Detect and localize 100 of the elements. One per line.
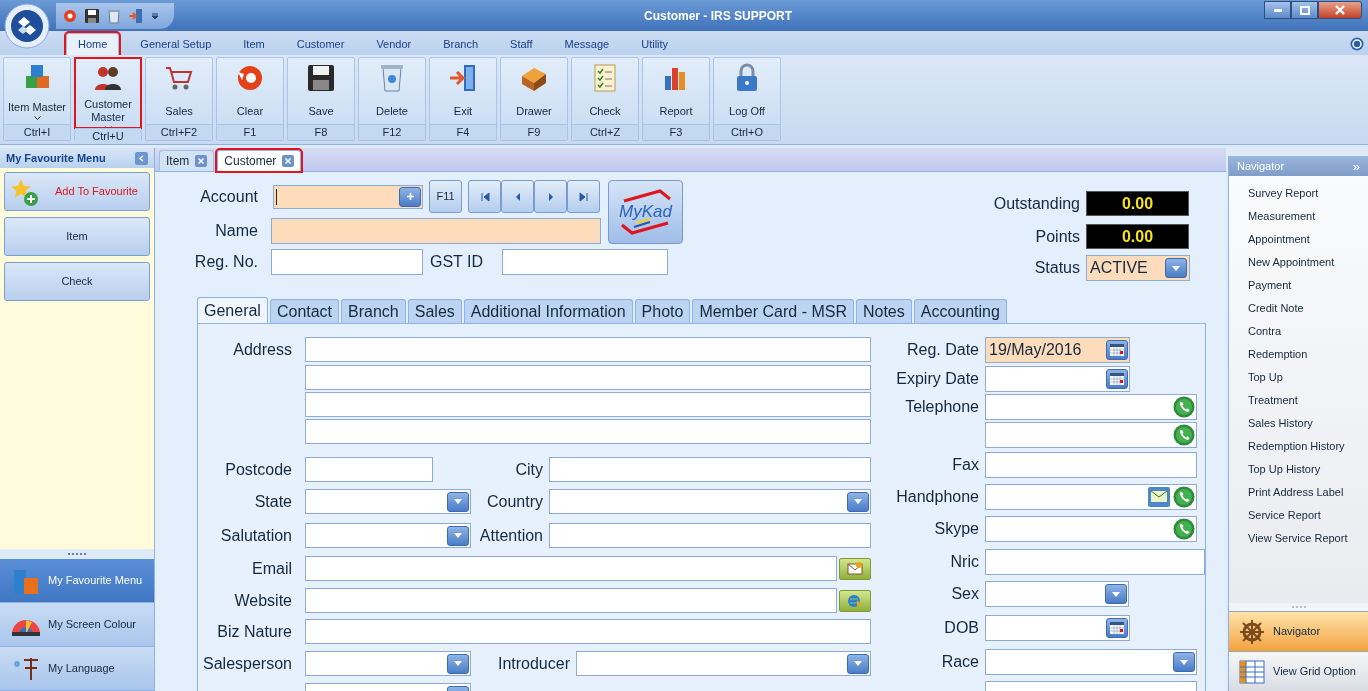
input-field[interactable] <box>502 249 668 275</box>
menu-tab[interactable]: Message <box>553 33 621 55</box>
input-field[interactable] <box>985 452 1197 478</box>
navigator-item[interactable]: Survey Report <box>1229 182 1368 205</box>
phone-icon[interactable] <box>1173 424 1195 446</box>
exit-icon[interactable] <box>128 7 144 24</box>
dropdown-button[interactable] <box>447 653 469 674</box>
refresh-icon[interactable] <box>62 7 78 24</box>
calendar-button[interactable] <box>1106 340 1128 360</box>
input-field[interactable] <box>549 457 871 482</box>
ribbon-button[interactable]: Delete <box>359 58 425 124</box>
ribbon-button[interactable]: Check <box>572 58 638 124</box>
input-field[interactable] <box>985 549 1205 575</box>
navigator-item[interactable]: Treatment <box>1229 389 1368 412</box>
ribbon-button[interactable]: Log Off <box>714 58 780 124</box>
menu-tab[interactable]: General Setup <box>129 33 223 55</box>
input-field[interactable] <box>271 218 601 244</box>
ribbon-button[interactable]: Exit <box>430 58 496 124</box>
date-field[interactable] <box>985 366 1130 392</box>
ribbon-button[interactable]: Customer Master <box>75 58 141 128</box>
dropdown-button[interactable] <box>1105 584 1127 604</box>
next-button[interactable] <box>534 180 567 213</box>
input-field[interactable] <box>985 516 1197 542</box>
navigator-item[interactable]: Top Up History <box>1229 458 1368 481</box>
save-icon[interactable] <box>84 7 100 24</box>
last-button[interactable] <box>567 180 600 213</box>
navigator-pane-button[interactable]: View Grid Option <box>1229 651 1368 691</box>
navigator-item[interactable]: Contra <box>1229 320 1368 343</box>
menu-tab[interactable]: Customer <box>285 33 356 55</box>
favourite-button[interactable]: Check <box>4 262 150 301</box>
navigator-item[interactable]: Redemption History <box>1229 435 1368 458</box>
dropdown-field[interactable] <box>549 489 871 514</box>
ribbon-button[interactable]: Drawer <box>501 58 567 124</box>
menu-tab[interactable]: Vendor <box>365 33 423 55</box>
navigator-pane-button[interactable]: Navigator <box>1229 611 1368 651</box>
phone-icon[interactable] <box>1173 396 1195 418</box>
splitter-grip-icon[interactable] <box>67 552 87 556</box>
sms-icon[interactable] <box>1147 486 1171 508</box>
sidebar-nav-button[interactable]: My Language <box>0 647 154 691</box>
menu-tab[interactable]: Staff <box>499 33 544 55</box>
navigator-item[interactable]: Top Up <box>1229 366 1368 389</box>
status-dropdown[interactable]: ACTIVE <box>1086 255 1190 281</box>
dropdown-field[interactable] <box>305 523 471 548</box>
input-field[interactable] <box>305 588 837 613</box>
phone-icon[interactable] <box>1173 486 1195 508</box>
form-tab[interactable]: General <box>197 297 268 323</box>
phone-icon[interactable] <box>1173 518 1195 540</box>
input-field[interactable] <box>273 184 423 209</box>
document-tab[interactable]: Customer <box>217 150 302 171</box>
first-button[interactable] <box>468 180 501 213</box>
navigator-item[interactable]: Payment <box>1229 274 1368 297</box>
ribbon-button[interactable]: Save <box>288 58 354 124</box>
menu-tab[interactable]: Utility <box>630 33 680 55</box>
document-tab[interactable]: Item <box>159 150 215 171</box>
input-field[interactable] <box>305 619 871 644</box>
ribbon-button[interactable]: Item Master <box>4 58 70 124</box>
input-field[interactable] <box>305 419 871 444</box>
form-tab[interactable]: Member Card - MSR <box>692 299 854 323</box>
navigator-item[interactable]: Redemption <box>1229 343 1368 366</box>
dropdown-button[interactable] <box>847 491 869 512</box>
f11-button[interactable]: F11 <box>429 180 462 213</box>
input-field[interactable] <box>549 523 871 548</box>
menu-tab[interactable]: Home <box>66 33 120 55</box>
dropdown-button[interactable] <box>447 491 469 512</box>
collapse-button[interactable] <box>135 151 148 165</box>
splitter-grip-icon[interactable] <box>1290 605 1307 609</box>
navigator-item[interactable]: New Appointment <box>1229 251 1368 274</box>
input-field[interactable] <box>305 392 871 417</box>
favourite-button[interactable]: Add To Favourite <box>4 172 150 211</box>
navigator-item[interactable]: Sales History <box>1229 412 1368 435</box>
dropdown-field[interactable] <box>576 651 871 676</box>
navigator-item[interactable]: Measurement <box>1229 205 1368 228</box>
add-button[interactable] <box>399 186 421 207</box>
input-field[interactable] <box>985 484 1197 510</box>
dropdown-button[interactable] <box>447 525 469 546</box>
form-tab[interactable]: Photo <box>634 299 691 323</box>
navigator-item[interactable]: Credit Note <box>1229 297 1368 320</box>
ribbon-button[interactable]: Sales <box>146 58 212 124</box>
form-tab[interactable]: Accounting <box>913 299 1007 323</box>
close-button[interactable] <box>1318 1 1362 19</box>
input-field[interactable] <box>985 422 1197 448</box>
dropdown-field[interactable] <box>305 651 471 676</box>
form-tab[interactable]: Sales <box>407 299 462 323</box>
calendar-button[interactable] <box>1106 369 1128 389</box>
form-tab[interactable]: Notes <box>855 299 912 323</box>
mykad-button[interactable]: MyKad <box>608 180 683 244</box>
form-tab[interactable]: Contact <box>269 299 340 323</box>
input-field[interactable] <box>305 556 837 581</box>
help-icon[interactable] <box>1350 37 1364 51</box>
maximize-button[interactable] <box>1291 1 1318 19</box>
menu-tab[interactable]: Item <box>232 33 276 55</box>
email-button[interactable] <box>839 557 871 580</box>
sidebar-nav-button[interactable]: My Favourite Menu <box>0 559 154 603</box>
navigator-item[interactable]: Service Report <box>1229 504 1368 527</box>
menu-tab[interactable]: Branch <box>432 33 490 55</box>
browse-button[interactable] <box>839 589 871 612</box>
favourite-button[interactable]: Item <box>4 217 150 256</box>
dropdown-button[interactable] <box>847 653 869 674</box>
navigator-item[interactable]: Appointment <box>1229 228 1368 251</box>
input-field[interactable] <box>305 365 871 390</box>
